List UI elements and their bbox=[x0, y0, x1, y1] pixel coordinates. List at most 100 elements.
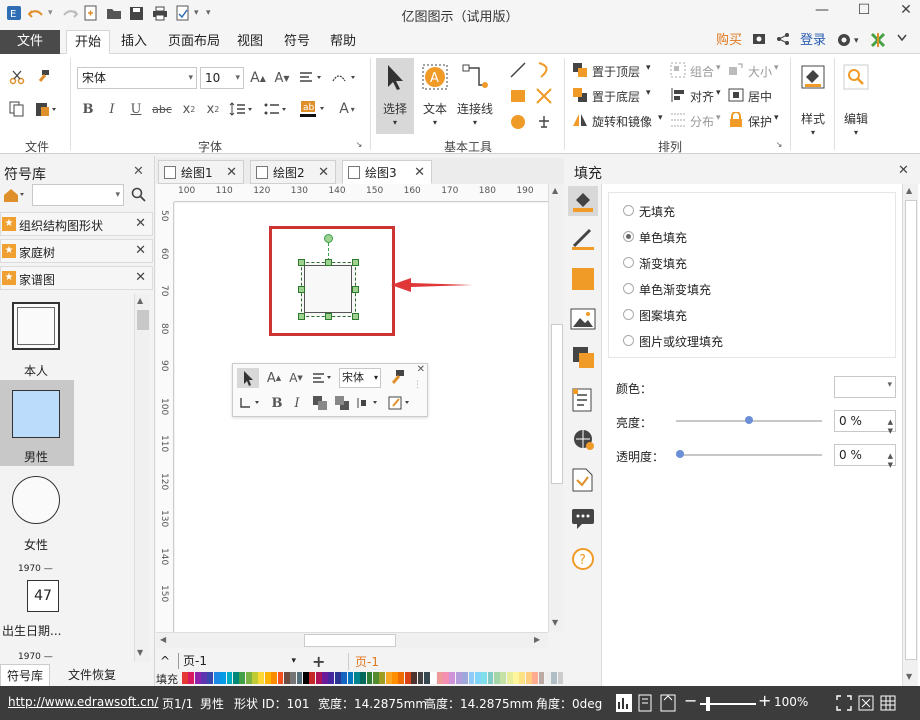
library-item-org-chart[interactable]: ★ 组织结构图形状 ✕ bbox=[0, 212, 153, 236]
zoom-level[interactable]: 100% bbox=[774, 695, 808, 709]
scroll-thumb[interactable] bbox=[551, 324, 563, 484]
option-solid-fill[interactable]: 单色填充 bbox=[639, 229, 687, 246]
color-swatch[interactable] bbox=[500, 672, 507, 684]
rotate-mirror-icon[interactable] bbox=[572, 112, 588, 128]
distribute-icon[interactable] bbox=[670, 112, 686, 128]
rotate-mirror-button[interactable]: 旋转和镜像 bbox=[592, 113, 652, 130]
arrange-dialog-launcher-icon[interactable]: ↘ bbox=[774, 138, 784, 150]
rotate-handle[interactable] bbox=[324, 234, 333, 243]
close-tab-icon[interactable]: ✕ bbox=[414, 161, 425, 185]
settings-dropdown-icon[interactable]: ▾ bbox=[854, 32, 859, 50]
increase-font-icon[interactable]: A ▲ bbox=[248, 68, 268, 88]
mini-italic-icon[interactable]: I bbox=[289, 394, 305, 412]
view-normal-icon[interactable] bbox=[616, 694, 632, 712]
lock-icon[interactable] bbox=[728, 112, 744, 128]
color-swatch[interactable] bbox=[392, 672, 398, 684]
cross-tool-icon[interactable] bbox=[534, 86, 554, 106]
library-item-family-tree[interactable]: ★ 家庭树 ✕ bbox=[0, 239, 153, 263]
hyperlink-globe-icon[interactable] bbox=[572, 428, 596, 455]
fill-panel-scrollbar[interactable]: ▲ ▼ bbox=[902, 184, 918, 686]
tab-view[interactable]: 视图 bbox=[229, 30, 271, 54]
transparency-spinbox[interactable]: 0 % ▲ ▼ bbox=[834, 444, 896, 469]
drawing-canvas[interactable]: A ▲ A ▼ 宋体 ▾ ✕ ⋮ B I bbox=[175, 203, 548, 632]
chevron-down-icon[interactable]: ▾ bbox=[774, 63, 779, 73]
resize-handle[interactable] bbox=[352, 313, 359, 320]
collapse-page-bar-icon[interactable]: ^ bbox=[160, 654, 170, 668]
align-button[interactable]: 对齐 bbox=[690, 88, 714, 105]
page-selector[interactable]: 页-1 ▾ bbox=[178, 653, 298, 669]
distribute-button[interactable]: 分布 bbox=[690, 113, 714, 130]
color-swatch[interactable] bbox=[430, 672, 437, 684]
tab-drawing-3[interactable]: 绘图3 ✕ bbox=[342, 160, 432, 184]
fit-page-icon[interactable] bbox=[660, 694, 676, 715]
text-tool-button[interactable]: A 文本 ▾ bbox=[418, 58, 452, 134]
shape-birth-date[interactable]: 47 bbox=[27, 580, 59, 612]
font-size-combo[interactable]: 10 ▾ bbox=[200, 67, 244, 89]
chevron-down-icon[interactable]: ▾ bbox=[774, 113, 779, 123]
decrease-font-icon[interactable]: A ▼ bbox=[272, 68, 292, 88]
option-no-fill[interactable]: 无填充 bbox=[639, 203, 675, 220]
close-fill-panel-icon[interactable]: ✕ bbox=[898, 163, 909, 178]
fill-panel-icon[interactable] bbox=[568, 186, 598, 216]
shape-self[interactable] bbox=[12, 302, 60, 350]
strikethrough-icon[interactable]: abc bbox=[150, 100, 174, 118]
color-swatch[interactable] bbox=[322, 672, 328, 684]
color-swatch[interactable] bbox=[271, 672, 277, 684]
tab-insert[interactable]: 插入 bbox=[113, 30, 155, 54]
add-page-icon[interactable]: + bbox=[312, 652, 325, 671]
color-swatch[interactable] bbox=[436, 672, 443, 684]
tab-home[interactable]: 开始 bbox=[66, 30, 111, 54]
mini-increase-font-icon[interactable]: A ▲ bbox=[265, 370, 283, 386]
font-name-combo[interactable]: 宋体 ▾ bbox=[77, 67, 197, 89]
color-swatch[interactable] bbox=[487, 672, 494, 684]
library-item-genogram[interactable]: ★ 家谱图 ✕ bbox=[0, 266, 153, 290]
underline-icon[interactable]: U bbox=[128, 100, 144, 118]
grid-view-icon[interactable] bbox=[880, 695, 896, 714]
color-swatch[interactable] bbox=[379, 672, 386, 684]
canvas-vertical-scrollbar[interactable]: ▲ ▼ bbox=[548, 184, 564, 632]
color-picker-dropdown[interactable]: ▾ bbox=[834, 376, 896, 398]
close-tab-icon[interactable]: ✕ bbox=[318, 161, 329, 185]
color-swatch[interactable] bbox=[353, 672, 360, 684]
superscript-icon[interactable]: x2 bbox=[204, 100, 222, 118]
collapse-ribbon-icon[interactable] bbox=[896, 32, 908, 50]
option-single-gradient-fill[interactable]: 单色渐变填充 bbox=[639, 281, 711, 298]
mini-bold-icon[interactable]: B bbox=[269, 394, 285, 412]
minimize-button[interactable]: — bbox=[808, 2, 836, 22]
spacing-icon[interactable] bbox=[330, 68, 360, 88]
help-icon[interactable]: ? bbox=[572, 548, 594, 573]
chevron-down-icon[interactable]: ▾ bbox=[658, 113, 663, 123]
color-swatch[interactable] bbox=[455, 672, 462, 684]
color-swatch[interactable] bbox=[462, 672, 468, 684]
screenshot-icon[interactable] bbox=[752, 32, 766, 52]
style-button[interactable]: 样式 ▾ bbox=[796, 58, 830, 138]
color-swatch[interactable] bbox=[188, 672, 195, 684]
color-swatch[interactable] bbox=[207, 672, 214, 684]
text-style-icon[interactable]: A ▾ bbox=[334, 100, 360, 118]
comment-icon[interactable] bbox=[571, 508, 595, 533]
chevron-down-icon[interactable]: ▾ bbox=[646, 63, 651, 73]
page-tab[interactable]: 页-1 bbox=[348, 653, 379, 670]
fit-window-icon[interactable] bbox=[836, 695, 852, 714]
color-swatch[interactable] bbox=[334, 672, 341, 684]
italic-icon[interactable]: I bbox=[104, 100, 120, 118]
ellipse-tool-icon[interactable] bbox=[508, 112, 528, 132]
color-swatch[interactable] bbox=[290, 672, 297, 684]
mini-toolbar-grip[interactable]: ⋮ bbox=[413, 380, 422, 390]
transparency-slider-knob[interactable] bbox=[676, 450, 684, 458]
color-swatch[interactable] bbox=[373, 672, 379, 684]
mini-send-back-icon[interactable] bbox=[333, 394, 351, 412]
color-swatch[interactable] bbox=[417, 672, 424, 684]
library-search-input[interactable]: ▾ bbox=[32, 184, 124, 206]
tab-symbols[interactable]: 符号 bbox=[276, 30, 318, 54]
color-swatch[interactable] bbox=[258, 672, 265, 684]
resize-handle[interactable] bbox=[298, 259, 305, 266]
group-button[interactable]: 组合 bbox=[690, 63, 714, 80]
resize-handle[interactable] bbox=[352, 259, 359, 266]
scroll-thumb[interactable] bbox=[905, 200, 917, 660]
color-swatch[interactable] bbox=[341, 672, 348, 684]
chevron-down-icon[interactable]: ▾ bbox=[646, 88, 651, 98]
color-swatch[interactable] bbox=[481, 672, 488, 684]
color-swatch[interactable] bbox=[182, 672, 188, 684]
option-gradient-fill[interactable]: 渐变填充 bbox=[639, 255, 687, 272]
